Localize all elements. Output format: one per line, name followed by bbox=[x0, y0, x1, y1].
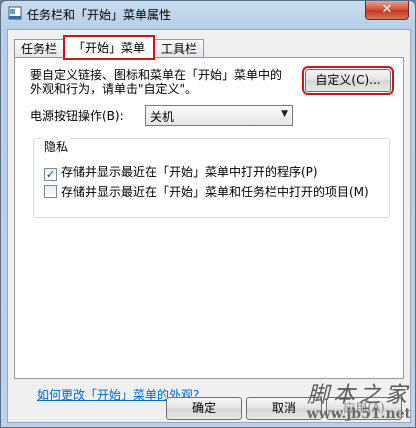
privacy-group: 隐私 ✓ 存储并显示最近在「开始」菜单中打开的程序(P) 存储并显示最近在「开始」… bbox=[33, 138, 390, 218]
start-menu-panel: 要自定义链接、图标和菜单在「开始」菜单中的 外观和行为，请单击"自定义"。 自定… bbox=[14, 57, 404, 402]
customize-button[interactable]: 自定义(C)... bbox=[302, 66, 394, 95]
watermark: 脚本之家 www.jb51.net bbox=[306, 383, 411, 423]
tab-taskbar[interactable]: 任务栏 bbox=[14, 39, 64, 58]
title-bar[interactable]: 任务栏和「开始」菜单属性 ✕ bbox=[1, 1, 415, 27]
chevron-down-icon: ▼ bbox=[281, 109, 288, 119]
watermark-url: www.jb51.net bbox=[306, 406, 411, 422]
privacy-group-title: 隐私 bbox=[42, 138, 71, 155]
ok-button[interactable]: 确定 bbox=[166, 397, 242, 420]
description-line-2: 外观和行为，请单击"自定义"。 bbox=[30, 82, 198, 96]
recent-programs-checkbox[interactable]: ✓ bbox=[44, 168, 57, 181]
recent-programs-label: 存储并显示最近在「开始」菜单中打开的程序(P) bbox=[61, 165, 318, 179]
close-icon: ✕ bbox=[381, 2, 393, 17]
power-button-label: 电源按钮操作(B): bbox=[30, 109, 124, 123]
description-line-1: 要自定义链接、图标和菜单在「开始」菜单中的 bbox=[30, 68, 283, 82]
properties-window: 任务栏和「开始」菜单属性 ✕ 任务栏 「开始」菜单 工具栏 要自定义链接、图标和… bbox=[0, 0, 416, 428]
customize-description: 要自定义链接、图标和菜单在「开始」菜单中的 外观和行为，请单击"自定义"。 bbox=[30, 68, 300, 96]
taskbar-icon bbox=[8, 6, 22, 20]
recent-items-checkbox[interactable] bbox=[44, 185, 57, 198]
window-title: 任务栏和「开始」菜单属性 bbox=[27, 8, 172, 22]
tab-start-menu[interactable]: 「开始」菜单 bbox=[63, 35, 155, 60]
recent-programs-option[interactable]: ✓ 存储并显示最近在「开始」菜单中打开的程序(P) bbox=[44, 163, 318, 181]
recent-items-label: 存储并显示最近在「开始」菜单和任务栏中打开的项目(M) bbox=[61, 185, 369, 199]
tab-toolbars[interactable]: 工具栏 bbox=[154, 39, 204, 58]
close-button[interactable]: ✕ bbox=[365, 1, 409, 20]
watermark-brand: 脚本之家 bbox=[306, 383, 411, 408]
power-button-value: 关机 bbox=[150, 110, 175, 124]
recent-items-option[interactable]: 存储并显示最近在「开始」菜单和任务栏中打开的项目(M) bbox=[44, 183, 369, 200]
power-button-select[interactable]: 关机 ▼ bbox=[145, 105, 293, 126]
dialog-body: 任务栏 「开始」菜单 工具栏 要自定义链接、图标和菜单在「开始」菜单中的 外观和… bbox=[7, 29, 411, 423]
